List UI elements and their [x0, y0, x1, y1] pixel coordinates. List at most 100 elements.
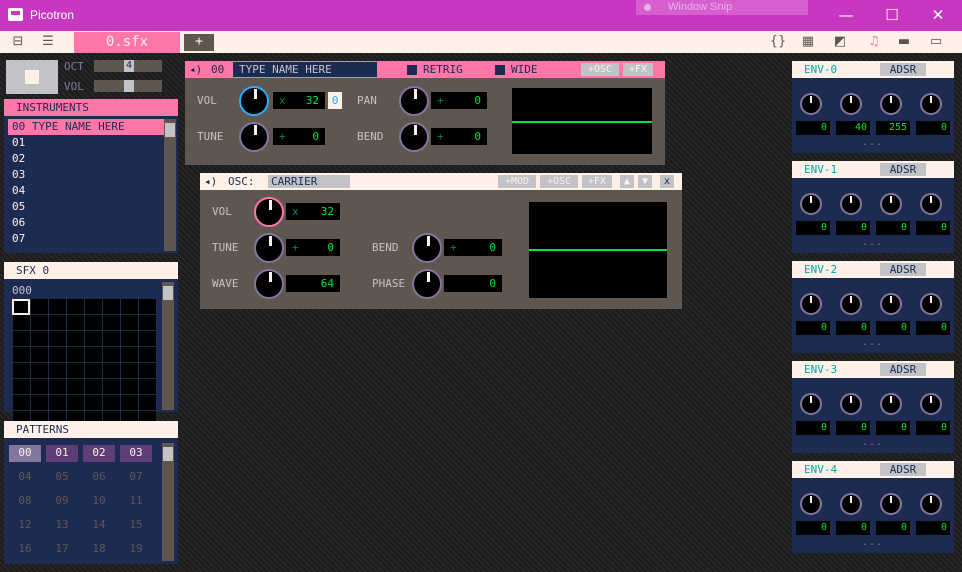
env-type-button[interactable]: ADSR	[880, 263, 926, 276]
env-type-button[interactable]: ADSR	[880, 163, 926, 176]
pattern-item[interactable]: 08	[9, 493, 41, 510]
pattern-item[interactable]: 09	[46, 493, 78, 510]
env-knob[interactable]	[880, 193, 902, 215]
maximize-button[interactable]: ☐	[869, 4, 915, 26]
instrument-name-field[interactable]: TYPE NAME HERE	[233, 62, 377, 77]
pattern-item[interactable]: 02	[83, 445, 115, 462]
tune-knob[interactable]	[239, 122, 269, 152]
osc-name-field[interactable]: CARRIER	[268, 175, 350, 188]
add-fx-button[interactable]: +FX	[582, 175, 612, 188]
env-value-field[interactable]: 0	[796, 321, 830, 335]
window-titlebar[interactable]: Picotron Window Snip — ☐ ✕	[0, 0, 962, 31]
vol-knob[interactable]	[239, 86, 269, 116]
code-editor-icon[interactable]: {}	[768, 33, 788, 51]
env-knob[interactable]	[920, 93, 942, 115]
env-value-field[interactable]: 0	[916, 221, 950, 235]
env-value-field[interactable]: 255	[876, 121, 910, 135]
pattern-item[interactable]: 05	[46, 469, 78, 486]
env-value-field[interactable]: 0	[796, 421, 830, 435]
hamburger-menu-icon[interactable]: ☰	[38, 33, 58, 51]
env-value-field[interactable]: 0	[836, 421, 870, 435]
map-editor-icon[interactable]: ◩	[830, 33, 850, 51]
osc-bend-knob[interactable]	[412, 233, 442, 263]
env-value-field[interactable]: 0	[876, 521, 910, 535]
pattern-item[interactable]: 12	[9, 517, 41, 534]
osc-tune-knob[interactable]	[254, 233, 284, 263]
sfx-scrollbar[interactable]	[162, 282, 174, 410]
speaker-icon[interactable]: ◂)	[204, 175, 217, 188]
phase-knob[interactable]	[412, 269, 442, 299]
env-knob[interactable]	[840, 493, 862, 515]
minimize-button[interactable]: —	[823, 4, 869, 26]
pattern-item[interactable]: 16	[9, 541, 41, 558]
patterns-scrollbar[interactable]	[162, 443, 174, 561]
env-knob[interactable]	[800, 93, 822, 115]
wide-checkbox[interactable]	[495, 65, 505, 75]
instrument-item[interactable]: 05	[8, 199, 164, 215]
vol-field[interactable]: x 32	[273, 92, 325, 109]
osc-vol-field[interactable]: x 32	[286, 203, 340, 220]
instruments-scrollbar[interactable]	[164, 119, 176, 251]
pattern-item[interactable]: 07	[120, 469, 152, 486]
oct-slider[interactable]: 4	[94, 60, 162, 72]
bend-field[interactable]: +0	[431, 128, 487, 145]
pan-field[interactable]: +0	[431, 92, 487, 109]
env-knob[interactable]	[840, 193, 862, 215]
instrument-item[interactable]: 07	[8, 231, 164, 247]
picotron-menu-icon[interactable]: ⊟	[8, 33, 28, 51]
env-knob[interactable]	[880, 393, 902, 415]
sfx-editor-icon[interactable]: ♫	[864, 33, 884, 51]
scrollbar-thumb[interactable]	[165, 123, 175, 137]
instrument-item[interactable]: 02	[8, 151, 164, 167]
pattern-item[interactable]: 01	[46, 445, 78, 462]
close-osc-button[interactable]: x	[660, 175, 674, 188]
pattern-item[interactable]: 10	[83, 493, 115, 510]
pattern-item[interactable]: 03	[120, 445, 152, 462]
env-value-field[interactable]: 0	[876, 321, 910, 335]
env-knob[interactable]	[880, 293, 902, 315]
osc-bend-field[interactable]: +0	[444, 239, 502, 256]
retrig-checkbox[interactable]	[407, 65, 417, 75]
env-knob[interactable]	[840, 293, 862, 315]
env-knob[interactable]	[800, 293, 822, 315]
terminal-icon[interactable]: ▬	[894, 33, 914, 51]
pattern-item[interactable]: 11	[120, 493, 152, 510]
env-value-field[interactable]: 40	[836, 121, 870, 135]
close-window-button[interactable]: ✕	[915, 4, 961, 26]
env-value-field[interactable]: 0	[836, 321, 870, 335]
env-knob[interactable]	[920, 193, 942, 215]
tab-file-sfx[interactable]: 0.sfx	[74, 32, 180, 53]
speaker-icon[interactable]: ◂)	[189, 63, 202, 76]
instrument-item[interactable]: 00 TYPE NAME HERE	[8, 119, 164, 135]
env-knob[interactable]	[800, 393, 822, 415]
pattern-item[interactable]: 14	[83, 517, 115, 534]
wave-field[interactable]: 64	[286, 275, 340, 292]
add-osc-button[interactable]: +OSC	[540, 175, 578, 188]
bend-knob[interactable]	[399, 122, 429, 152]
add-mod-button[interactable]: +MOD	[498, 175, 536, 188]
env-knob[interactable]	[800, 493, 822, 515]
env-knob[interactable]	[880, 93, 902, 115]
env-knob[interactable]	[840, 393, 862, 415]
env-value-field[interactable]: 0	[796, 121, 830, 135]
env-knob[interactable]	[920, 493, 942, 515]
env-knob[interactable]	[800, 193, 822, 215]
env-type-button[interactable]: ADSR	[880, 463, 926, 476]
env-value-field[interactable]: 0	[916, 421, 950, 435]
instrument-item[interactable]: 04	[8, 183, 164, 199]
move-up-button[interactable]: ▲	[620, 175, 634, 188]
env-knob[interactable]	[880, 493, 902, 515]
add-fx-button[interactable]: +FX	[623, 63, 653, 76]
env-value-field[interactable]: 0	[836, 521, 870, 535]
sprite-editor-icon[interactable]: ▦	[798, 33, 818, 51]
tune-field[interactable]: +0	[273, 128, 325, 145]
sfx-grid[interactable]	[12, 299, 156, 427]
env-value-field[interactable]: 0	[836, 221, 870, 235]
env-value-field[interactable]: 0	[796, 221, 830, 235]
pattern-item[interactable]: 15	[120, 517, 152, 534]
vol-mult-field[interactable]: 0	[328, 92, 342, 109]
scrollbar-thumb[interactable]	[163, 286, 173, 300]
instrument-item[interactable]: 03	[8, 167, 164, 183]
vol-slider[interactable]	[94, 80, 162, 92]
instrument-item[interactable]: 06	[8, 215, 164, 231]
